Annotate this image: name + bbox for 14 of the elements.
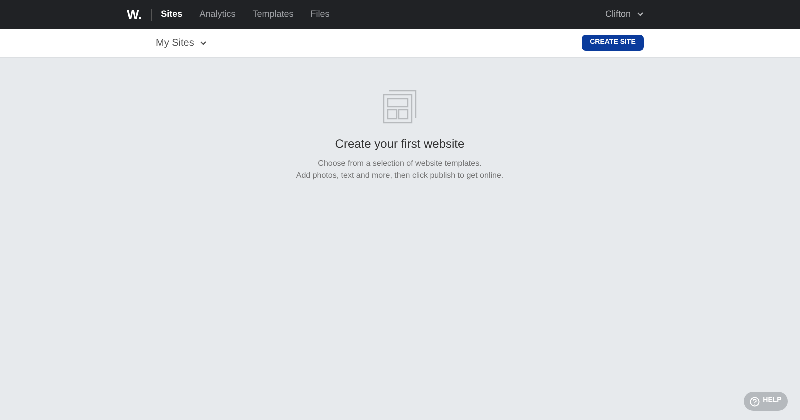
nav-tab[interactable]: Analytics [200,8,236,22]
chevron-down-icon [637,12,644,17]
user-menu[interactable]: Clifton [605,8,644,22]
empty-state-text: Add photos, text and more, then click publish to get online. [296,170,504,182]
chevron-down-icon [200,40,208,46]
nav-tab[interactable]: Files [310,8,330,22]
question-icon [750,396,760,406]
nav-tab[interactable]: Templates [252,8,294,22]
template-icon [382,88,418,124]
empty-state-text: Choose from a selection of website templates. [318,158,482,170]
site-selector[interactable]: My Sites [156,36,208,50]
nav-tab[interactable]: Sites [161,8,183,22]
empty-state-heading: Create your first website [335,136,465,153]
logo[interactable]: W. [127,4,142,24]
